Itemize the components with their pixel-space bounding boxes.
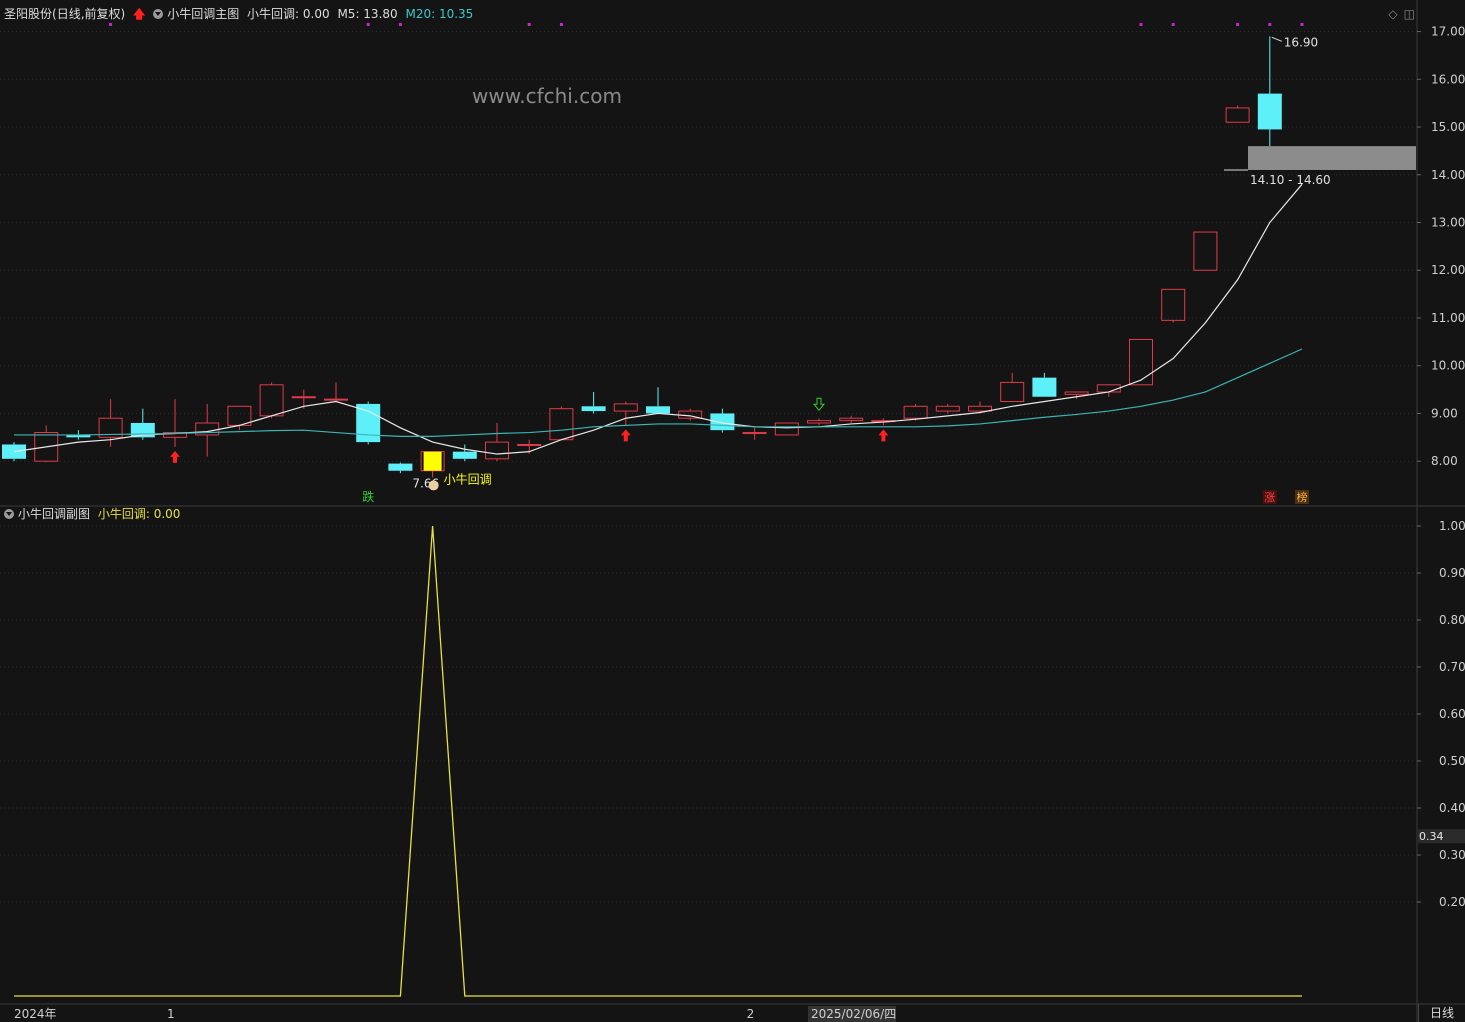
diamond-icon[interactable]: ◇ <box>1388 7 1397 21</box>
candle-up <box>742 432 767 435</box>
sub-y-tick-label: 0.60 <box>1439 707 1465 721</box>
signal-dot <box>398 23 402 26</box>
candle-down <box>646 406 670 414</box>
signal-dot <box>1236 23 1240 26</box>
y-tick-label: 16.00 <box>1431 72 1465 86</box>
range-box <box>1248 146 1416 170</box>
y-tick-label: 8.00 <box>1431 454 1458 468</box>
m20-value: M20: 10.35 <box>405 7 474 21</box>
signal-dot <box>1300 23 1304 26</box>
range-label: 14.10 - 14.60 <box>1250 173 1331 187</box>
y-tick-label: 14.00 <box>1431 168 1465 182</box>
indicator-value: 小牛回调: 0.00 <box>247 7 330 21</box>
badge-zhang: 涨 <box>1264 491 1275 504</box>
candle-down <box>581 406 606 412</box>
high-price-label: 16.90 <box>1284 35 1318 49</box>
signal-dot <box>1171 23 1175 26</box>
dropdown-icon[interactable] <box>4 509 14 519</box>
candle-up <box>291 396 316 399</box>
current-value-label: 0.34 <box>1419 830 1444 843</box>
y-tick-label: 13.00 <box>1431 216 1465 230</box>
tab-daily[interactable]: 日线 <box>1418 1004 1465 1022</box>
candle-down <box>1257 93 1282 130</box>
stock-name[interactable]: 圣阳股份 <box>4 7 52 21</box>
sub-y-tick-label: 1.00 <box>1439 519 1465 533</box>
toolbar-icons: ◇ ◫ <box>1382 7 1415 21</box>
sub-y-tick-label: 0.30 <box>1439 848 1465 862</box>
candle-down <box>710 413 735 431</box>
signal-dot <box>559 23 563 26</box>
candle-down <box>1032 377 1057 397</box>
chart-background <box>0 0 1465 1022</box>
x-tick-label: 2025/02/06/四 <box>811 1007 896 1021</box>
up-arrow-icon: 🡅 <box>133 7 146 21</box>
y-tick-label: 9.00 <box>1431 406 1458 420</box>
signal-label: 小牛回调 <box>444 471 492 486</box>
candle-down <box>388 463 413 471</box>
sub-y-tick-label: 0.50 <box>1439 754 1465 768</box>
sub-y-tick-label: 0.20 <box>1439 895 1465 909</box>
sub-header: 小牛回调副图 小牛回调: 0.00 <box>4 507 184 521</box>
candle-down <box>356 403 381 443</box>
signal-dot <box>1139 23 1143 26</box>
y-tick-label: 10.00 <box>1431 359 1465 373</box>
sub-indicator-name[interactable]: 小牛回调副图 <box>18 507 90 521</box>
candle-down <box>452 451 477 459</box>
x-tick-label: 1 <box>167 1007 175 1021</box>
sub-y-tick-label: 0.40 <box>1439 801 1465 815</box>
y-tick-label: 17.00 <box>1431 25 1465 39</box>
sub-y-tick-label: 0.80 <box>1439 613 1465 627</box>
x-tick-label: 2024年 <box>14 1007 57 1021</box>
y-tick-label: 11.00 <box>1431 311 1465 325</box>
dropdown-icon[interactable] <box>153 9 164 19</box>
period-label: (日线,前复权) <box>52 7 126 21</box>
m5-value: M5: 13.80 <box>337 7 398 21</box>
panel-toggle-icon[interactable]: ◫ <box>1404 7 1415 21</box>
signal-dot <box>366 23 370 26</box>
sub-indicator-value: 小牛回调: 0.00 <box>97 507 181 521</box>
sub-y-tick-label: 0.90 <box>1439 566 1465 580</box>
candle-up <box>324 398 348 401</box>
signal-dot <box>527 23 531 26</box>
signal-dot <box>1268 23 1272 26</box>
badge-die: 跌 <box>362 489 374 504</box>
sub-y-tick-label: 0.70 <box>1439 660 1465 674</box>
signal-candle <box>423 451 442 471</box>
cow-icon <box>428 480 439 491</box>
main-indicator-name[interactable]: 小牛回调主图 <box>167 7 239 21</box>
y-tick-label: 15.00 <box>1431 120 1465 134</box>
y-tick-label: 12.00 <box>1431 263 1465 277</box>
main-header: 圣阳股份(日线,前复权) 🡅 小牛回调主图 小牛回调: 0.00 M5: 13.… <box>4 7 477 21</box>
signal-dot <box>109 23 113 26</box>
watermark: www.cfchi.com <box>472 84 622 108</box>
x-tick-label: 2 <box>747 1007 755 1021</box>
candle-up <box>517 443 542 446</box>
badge-bang: 榜 <box>1297 490 1308 504</box>
kline-chart[interactable]: 17.0016.0015.0014.0013.0012.0011.0010.00… <box>0 0 1465 1022</box>
